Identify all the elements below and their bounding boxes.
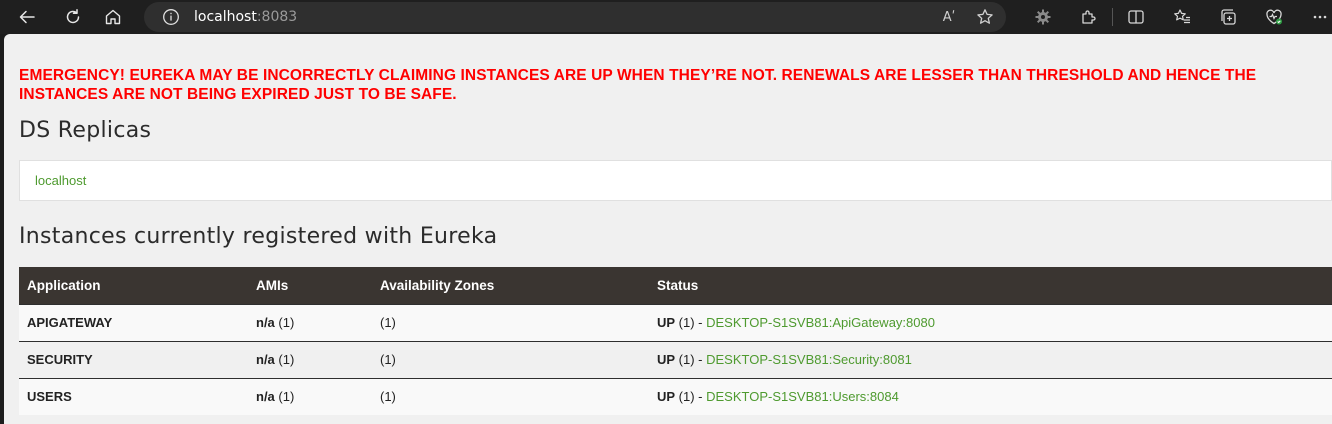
replicas-list: localhost <box>19 160 1332 201</box>
column-header-availability-zones: Availability Zones <box>372 267 649 304</box>
application-cell: USERS <box>19 377 248 415</box>
application-cell: APIGATEWAY <box>19 303 248 341</box>
site-info-icon[interactable] <box>162 8 180 26</box>
status-cell: UP (1) - DESKTOP-S1SVB81:Users:8084 <box>649 377 1332 415</box>
amis-cell: n/a (1) <box>248 377 372 415</box>
browser-toolbar: localhost:8083 Aʹ <box>0 0 1332 34</box>
status-value: UP <box>657 389 676 405</box>
url-host: localhost <box>194 9 257 25</box>
zones-cell: (1) <box>372 303 649 341</box>
refresh-icon[interactable] <box>57 2 89 32</box>
status-cell: UP (1) - DESKTOP-S1SVB81:Security:8081 <box>649 340 1332 378</box>
status-count: (1) - <box>675 389 707 405</box>
ami-value: n/a <box>256 352 275 367</box>
amis-cell: n/a (1) <box>248 303 372 341</box>
collections-icon[interactable] <box>1205 2 1251 32</box>
status-value: UP <box>657 352 676 367</box>
instance-link[interactable]: DESKTOP-S1SVB81:ApiGateway:8080 <box>706 315 935 330</box>
favorite-star-icon[interactable] <box>974 6 996 28</box>
zones-cell: (1) <box>372 377 649 415</box>
table-row: SECURITY n/a (1) (1) UP (1) - DESKTOP-S1… <box>19 340 1332 378</box>
home-icon[interactable] <box>97 2 129 32</box>
column-header-amis: AMIs <box>248 267 372 304</box>
instances-heading: Instances currently registered with Eure… <box>19 224 498 249</box>
ami-value: n/a <box>256 315 275 330</box>
instance-link[interactable]: DESKTOP-S1SVB81:Security:8081 <box>706 352 912 367</box>
split-screen-icon[interactable] <box>1113 2 1159 32</box>
replica-link-localhost[interactable]: localhost <box>35 173 86 188</box>
table-row: USERS n/a (1) (1) UP (1) - DESKTOP-S1SVB… <box>19 377 1332 415</box>
application-cell: SECURITY <box>19 340 248 378</box>
instance-link[interactable]: DESKTOP-S1SVB81:Users:8084 <box>706 389 899 404</box>
favorites-icon[interactable] <box>1159 2 1205 32</box>
instances-table: Application AMIs Availability Zones Stat… <box>19 267 1332 415</box>
extension-gear-icon[interactable] <box>1020 2 1066 32</box>
address-bar[interactable]: localhost:8083 Aʹ <box>144 2 1006 32</box>
status-value: UP <box>657 315 676 330</box>
table-row: APIGATEWAY n/a (1) (1) UP (1) - DESKTOP-… <box>19 303 1332 341</box>
emergency-warning: EMERGENCY! EUREKA MAY BE INCORRECTLY CLA… <box>19 67 1257 103</box>
read-aloud-icon[interactable]: Aʹ <box>938 6 960 28</box>
url-port: :8083 <box>256 9 298 25</box>
replicas-heading: DS Replicas <box>19 118 152 143</box>
browser-essentials-icon[interactable] <box>1251 2 1297 32</box>
table-header-row: Application AMIs Availability Zones Stat… <box>19 267 1332 304</box>
ami-count: (1) <box>274 389 295 405</box>
back-icon[interactable] <box>11 2 43 32</box>
extensions-puzzle-icon[interactable] <box>1066 2 1112 32</box>
status-count: (1) - <box>675 315 707 330</box>
column-header-status: Status <box>649 267 1332 304</box>
amis-cell: n/a (1) <box>248 340 372 378</box>
more-menu-icon[interactable] <box>1297 2 1332 32</box>
column-header-application: Application <box>19 267 248 304</box>
status-count: (1) - <box>675 352 707 367</box>
status-cell: UP (1) - DESKTOP-S1SVB81:ApiGateway:8080 <box>649 303 1332 341</box>
ami-count: (1) <box>274 352 295 367</box>
ami-value: n/a <box>256 389 275 405</box>
ami-count: (1) <box>274 315 295 330</box>
page-content: EMERGENCY! EUREKA MAY BE INCORRECTLY CLA… <box>4 34 1332 424</box>
zones-cell: (1) <box>372 340 649 378</box>
